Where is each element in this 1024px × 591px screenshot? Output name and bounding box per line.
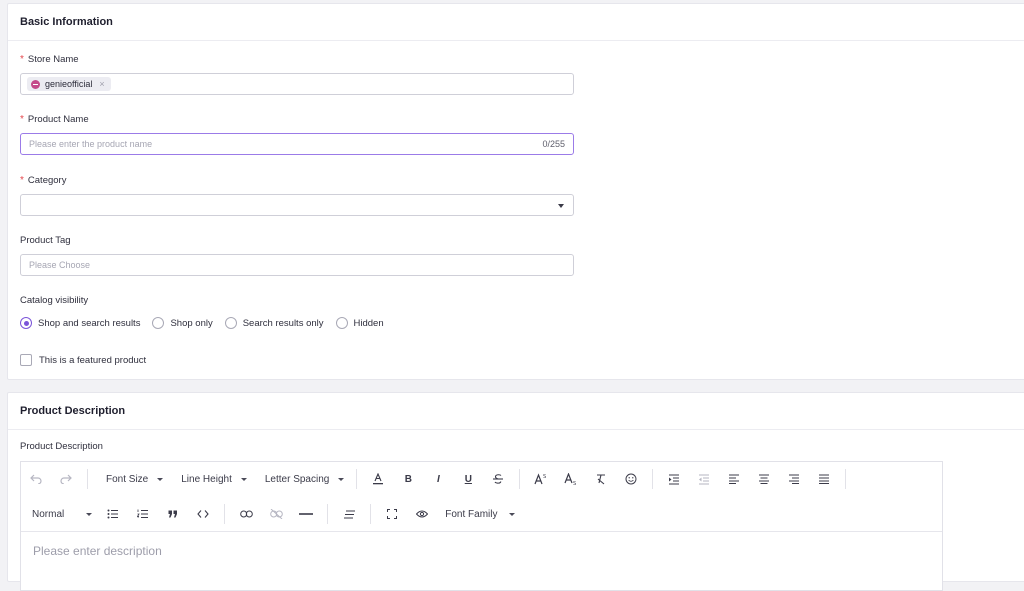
store-tag: genieofficial × — [27, 77, 111, 91]
catalog-visibility-label: Catalog visibility — [20, 295, 89, 306]
link-icon[interactable] — [231, 502, 261, 526]
product-tag-select[interactable]: Please Choose — [20, 254, 574, 276]
product-name-input[interactable]: Please enter the product name 0/255 — [20, 133, 574, 155]
description-editor-area[interactable]: Please enter description — [33, 544, 162, 558]
bullet-list-icon[interactable] — [98, 502, 128, 526]
category-label: * Category — [20, 175, 67, 186]
required-marker: * — [20, 54, 24, 65]
toolbar-divider — [356, 469, 358, 489]
product-tag-label: Product Tag — [20, 235, 71, 246]
editor-toolbar-row-2: Normal Font Family — [21, 497, 942, 531]
font-family-dropdown[interactable]: Font Family — [437, 502, 521, 526]
radio-shop-only[interactable]: Shop only — [152, 317, 213, 329]
clear-format-icon[interactable] — [586, 467, 616, 491]
toolbar-divider — [87, 469, 88, 489]
code-icon[interactable] — [188, 502, 218, 526]
numbered-list-icon[interactable] — [128, 502, 158, 526]
radio-icon — [224, 317, 237, 329]
radio-icon — [152, 317, 165, 329]
store-avatar-icon — [31, 79, 40, 89]
preview-eye-icon[interactable] — [407, 502, 437, 526]
featured-product-label: This is a featured product — [39, 354, 147, 366]
paragraph-format-dropdown[interactable]: Normal — [21, 502, 98, 526]
fullscreen-icon[interactable] — [377, 502, 407, 526]
required-marker: * — [20, 114, 24, 125]
catalog-visibility-group: Shop and search results Shop only Search… — [20, 317, 396, 329]
product-name-counter: 0/255 — [542, 139, 565, 149]
strikethrough-icon[interactable] — [483, 467, 513, 491]
align-justify-icon[interactable] — [809, 467, 839, 491]
emoji-icon[interactable] — [616, 467, 646, 491]
category-select[interactable] — [20, 194, 574, 216]
checkbox-icon — [20, 354, 32, 366]
svg-text:S: S — [543, 474, 546, 480]
toolbar-divider — [327, 504, 329, 524]
product-description-label: Product Description — [20, 441, 103, 452]
toolbar-divider — [224, 504, 226, 524]
superscript-icon[interactable]: S — [526, 467, 556, 491]
radio-icon — [335, 317, 348, 329]
product-tag-placeholder: Please Choose — [29, 260, 91, 270]
rich-text-editor: Font Size Line Height Letter Spacing B I… — [20, 461, 943, 591]
editor-divider — [21, 531, 942, 532]
chevron-down-icon — [558, 204, 564, 208]
store-name-select[interactable]: genieofficial × — [20, 73, 574, 95]
chevron-down-icon — [157, 477, 164, 481]
featured-product-checkbox[interactable]: This is a featured product — [20, 354, 146, 366]
undo-icon[interactable] — [21, 467, 51, 491]
chevron-down-icon — [86, 512, 93, 516]
chevron-down-icon — [240, 477, 247, 481]
basic-information-card: Basic Information * Store Name genieoffic… — [7, 3, 1024, 380]
product-name-placeholder: Please enter the product name — [29, 139, 153, 149]
store-tag-label: genieofficial — [45, 79, 93, 89]
store-name-label: * Store Name — [20, 54, 79, 65]
italic-button[interactable]: I — [423, 467, 453, 491]
bold-button[interactable]: B — [393, 467, 423, 491]
redo-icon[interactable] — [51, 467, 81, 491]
chevron-down-icon — [338, 477, 345, 481]
text-direction-icon[interactable] — [334, 502, 364, 526]
line-height-dropdown[interactable]: Line Height — [169, 467, 253, 491]
basic-information-title: Basic Information — [8, 4, 1024, 41]
align-left-icon[interactable] — [719, 467, 749, 491]
subscript-icon[interactable]: S — [556, 467, 586, 491]
tag-close-icon[interactable]: × — [99, 79, 104, 89]
chevron-down-icon — [509, 512, 516, 516]
toolbar-divider — [845, 469, 847, 489]
editor-toolbar-row-1: Font Size Line Height Letter Spacing B I… — [21, 462, 942, 496]
toolbar-divider — [519, 469, 521, 489]
align-center-icon[interactable] — [749, 467, 779, 491]
toolbar-divider — [370, 504, 372, 524]
toolbar-divider — [652, 469, 654, 489]
blockquote-icon[interactable] — [158, 502, 188, 526]
letter-spacing-dropdown[interactable]: Letter Spacing — [253, 467, 351, 491]
radio-checked-icon — [20, 317, 32, 329]
horizontal-rule-icon[interactable] — [291, 502, 321, 526]
underline-button[interactable]: U — [453, 467, 483, 491]
product-name-label: * Product Name — [20, 114, 89, 125]
unlink-icon[interactable] — [261, 502, 291, 526]
font-size-dropdown[interactable]: Font Size — [94, 467, 169, 491]
radio-shop-and-search[interactable]: Shop and search results — [20, 317, 140, 329]
font-color-icon[interactable] — [363, 467, 393, 491]
outdent-icon[interactable] — [689, 467, 719, 491]
indent-icon[interactable] — [659, 467, 689, 491]
align-right-icon[interactable] — [779, 467, 809, 491]
product-description-title: Product Description — [8, 393, 1024, 430]
svg-text:S: S — [573, 481, 576, 485]
radio-search-results-only[interactable]: Search results only — [224, 317, 324, 329]
required-marker: * — [20, 175, 24, 186]
radio-hidden[interactable]: Hidden — [335, 317, 384, 329]
product-description-card: Product Description Product Description … — [7, 392, 1024, 591]
